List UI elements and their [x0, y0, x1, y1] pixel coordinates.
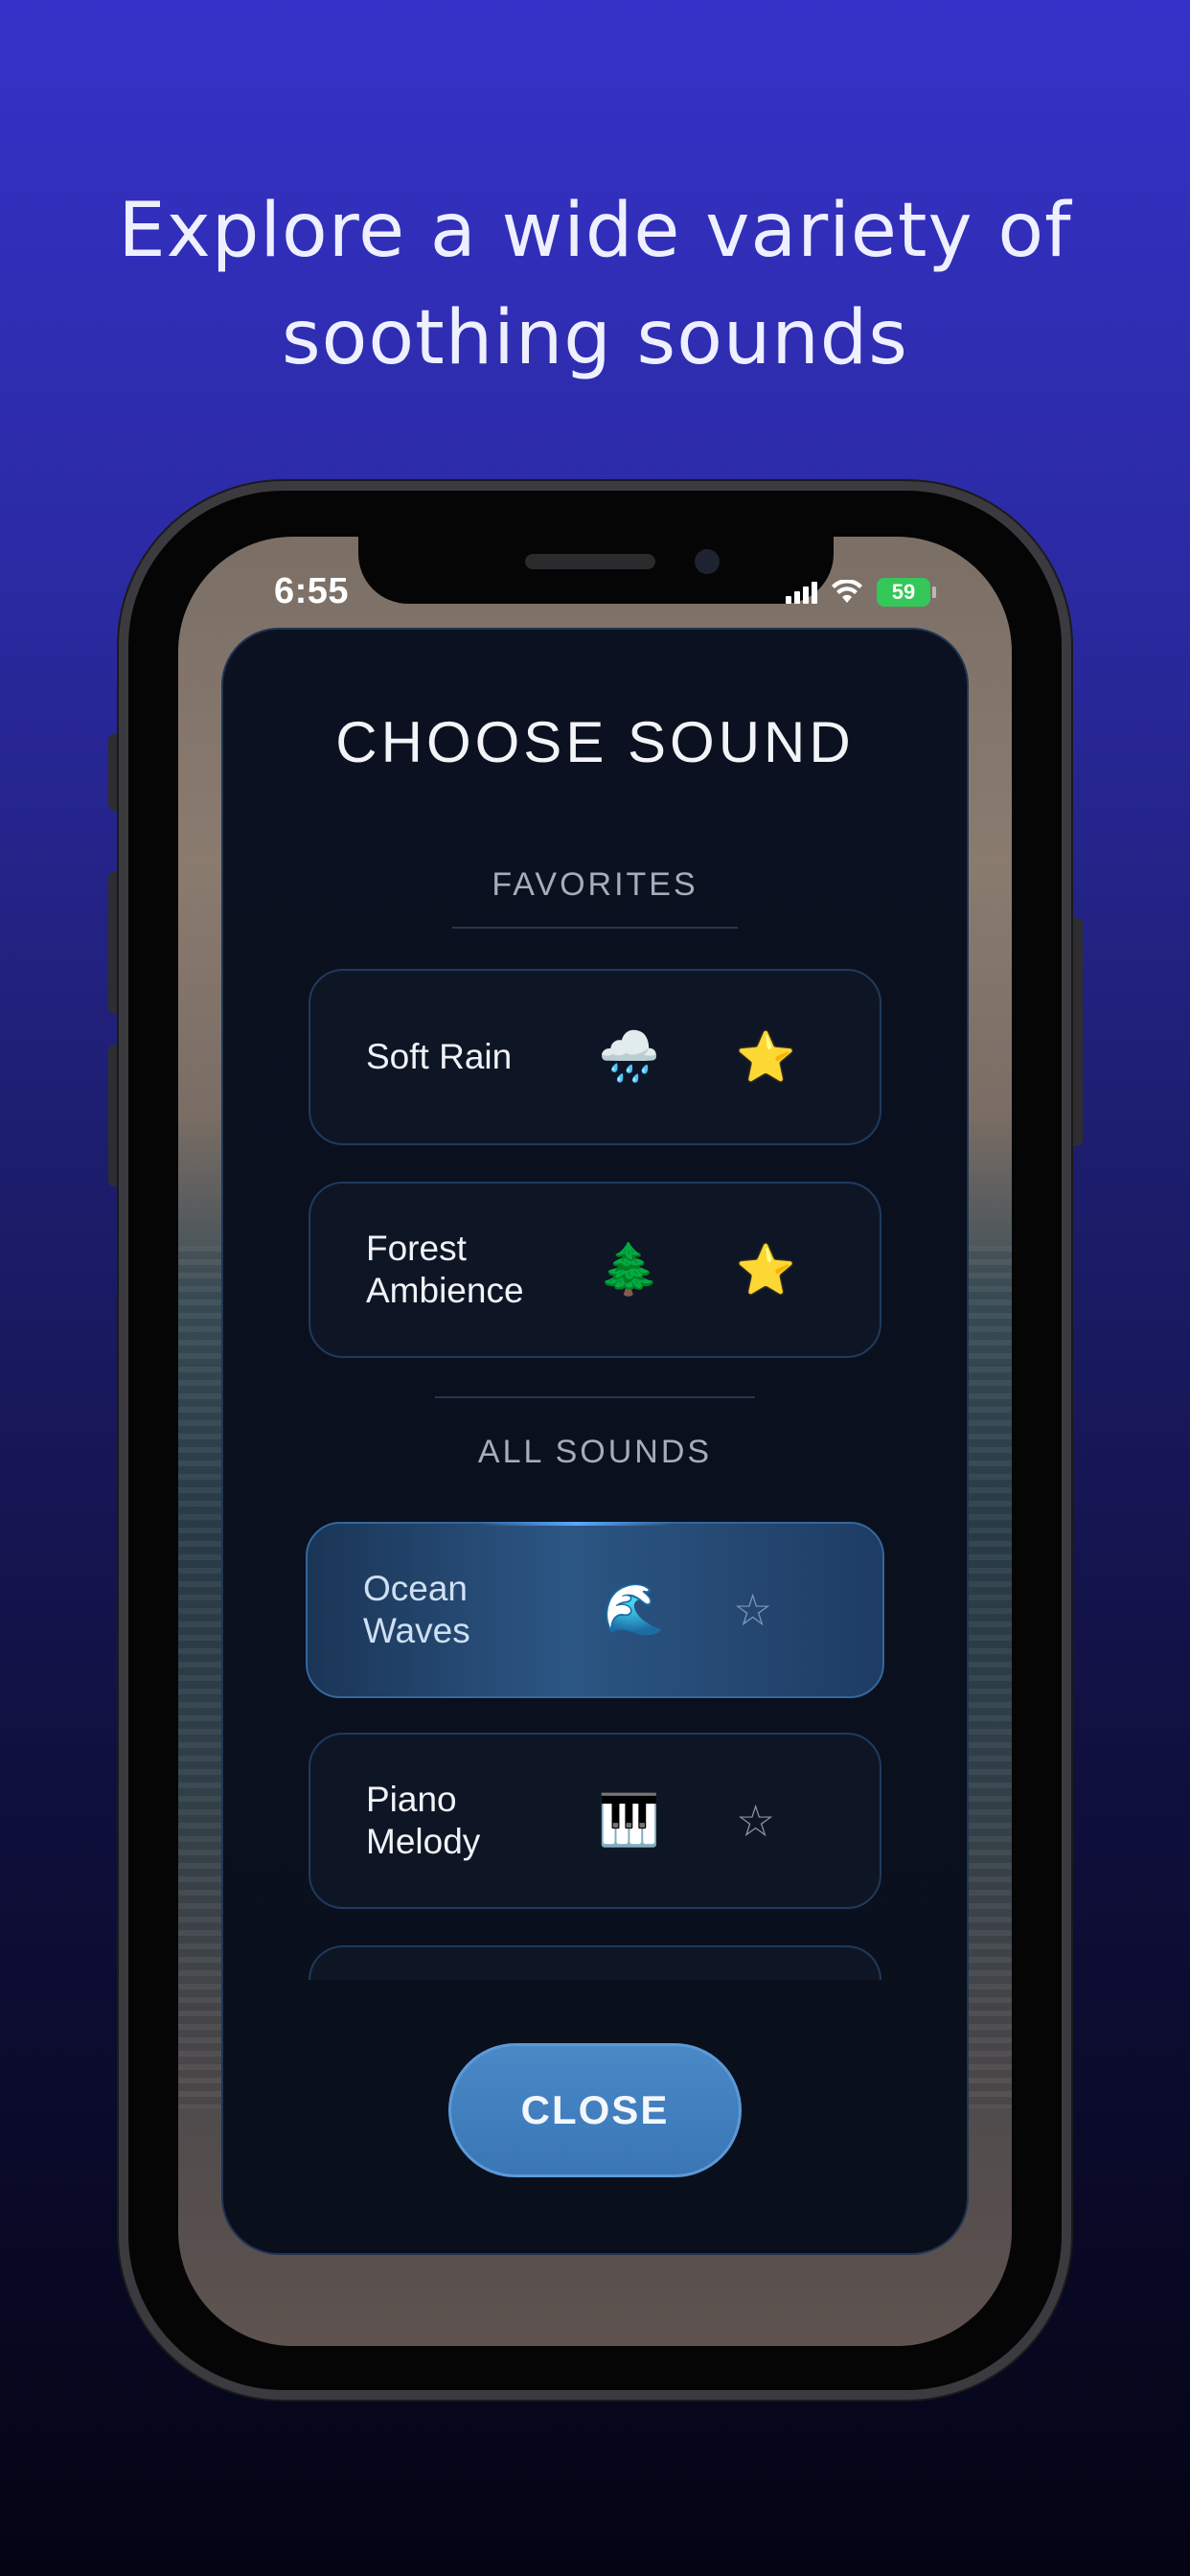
piano-keys-icon: 🎹 — [598, 1793, 660, 1849]
speaker-grille — [525, 554, 655, 569]
signal-icon — [786, 581, 817, 604]
sound-card-partial[interactable] — [309, 1945, 881, 1980]
favorite-card-soft-rain[interactable]: Soft Rain 🌧️ ⭐ — [309, 969, 881, 1145]
tree-icon: 🌲 — [598, 1242, 660, 1298]
sound-name: Piano Melody — [366, 1780, 481, 1861]
all-sounds-label: ALL SOUNDS — [477, 1434, 713, 1470]
star-filled-icon[interactable]: ⭐ — [736, 1033, 795, 1081]
sound-name: Soft Rain — [366, 1037, 513, 1076]
sound-name: Forest Ambience — [366, 1229, 524, 1310]
phone-notch — [358, 537, 834, 604]
favorites-label: FAVORITES — [492, 866, 698, 903]
headline-line-1: Explore a wide variety of — [118, 188, 1072, 274]
favorites-divider — [452, 927, 738, 929]
wifi-icon — [832, 580, 862, 603]
close-button[interactable]: CLOSE — [448, 2043, 742, 2177]
favorite-card-forest-ambience[interactable]: Forest Ambience 🌲 ⭐ — [309, 1182, 881, 1358]
sound-name: Ocean Waves — [363, 1569, 470, 1650]
wave-icon: 🌊 — [603, 1582, 665, 1638]
sound-card-ocean-waves[interactable]: Ocean Waves 🌊 ☆ — [306, 1522, 884, 1698]
status-icons: 59 — [786, 575, 936, 610]
front-camera — [695, 549, 720, 574]
headline-line-2: soothing sounds — [282, 295, 908, 381]
status-time: 6:55 — [274, 571, 350, 611]
headline: Explore a wide variety of soothing sound… — [0, 177, 1190, 392]
star-outline-icon[interactable]: ☆ — [736, 1797, 775, 1845]
sound-card-piano-melody[interactable]: Piano Melody 🎹 ☆ — [309, 1733, 881, 1909]
star-outline-icon[interactable]: ☆ — [733, 1586, 772, 1634]
star-filled-icon[interactable]: ⭐ — [736, 1246, 795, 1294]
rain-cloud-icon: 🌧️ — [598, 1029, 660, 1085]
all-sounds-divider — [435, 1396, 755, 1398]
modal-title: CHOOSE SOUND — [335, 710, 855, 774]
battery-icon: 59 — [877, 578, 936, 607]
power-button — [1069, 918, 1083, 1146]
